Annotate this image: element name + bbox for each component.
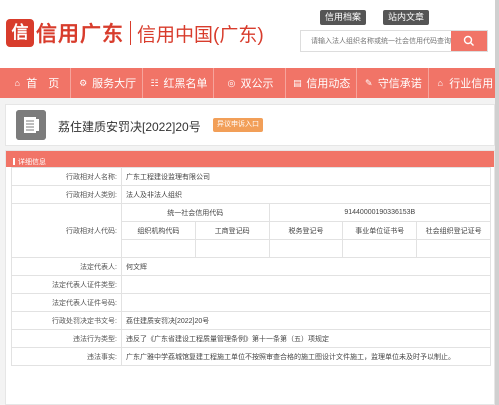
- org-code-label: 组织机构代码: [121, 221, 196, 240]
- tab-detail-info[interactable]: 详细信息: [6, 155, 46, 171]
- nav-item-double-publicity[interactable]: ◎ 双公示: [213, 68, 284, 98]
- tax-reg-value: [268, 239, 344, 258]
- nav-item-home[interactable]: ⌂ 首 页: [0, 68, 70, 98]
- counterpart-type-value: 法人及非法人组织: [121, 185, 491, 204]
- industry-icon: ⌂: [437, 78, 443, 88]
- social-org-label: 社会组织登记证号: [416, 221, 491, 240]
- detail-header: 详细信息: [6, 151, 494, 167]
- publicity-icon: ◎: [227, 77, 236, 88]
- nav-item-label: 行业信用: [449, 78, 494, 90]
- list-icon: ☷: [150, 77, 159, 88]
- table-row: 违法事实: 广东广雅中学荔城馆复建工程施工单位不按照审查合格的施工图设计文件施工…: [11, 347, 491, 366]
- nav-item-credit-news[interactable]: ▤ 信用动态: [284, 68, 356, 98]
- nav-item-label: 双公示: [240, 78, 274, 90]
- institution-label: 事业单位证书号: [342, 221, 418, 240]
- main-nav: ⌂ 首 页 ⚙ 服务大厅 ☷ 红黑名单 ◎ 双公示 ▤ 信用动态 ✎ 守信承诺 …: [0, 68, 499, 98]
- nav-item-red-black-list[interactable]: ☷ 红黑名单: [141, 68, 213, 98]
- home-icon: ⌂: [14, 78, 20, 88]
- biz-reg-value: [194, 239, 270, 258]
- uscc-label: 统一社会信用代码: [121, 203, 270, 222]
- logo-subtitle: 信用中国(广东): [137, 24, 264, 46]
- detail-panel: 详细信息 行政相对人名称: 广东工程建设监理有限公司 行政相对人类别: 法人及非…: [5, 150, 495, 405]
- table-row: 法定代表人: 何文辉: [11, 257, 491, 276]
- legal-id-no-label: 法定代表人证件号码:: [11, 293, 122, 312]
- counterpart-type-label: 行政相对人类别:: [11, 185, 122, 204]
- search-button[interactable]: [451, 31, 487, 51]
- nav-item-label: 红黑名单: [163, 78, 208, 90]
- logo-divider: [130, 21, 131, 45]
- violation-fact-value: 广东广雅中学荔城馆复建工程施工单位不按照审查合格的施工图设计文件施工，监理单位未…: [121, 347, 491, 366]
- detail-table: 行政相对人名称: 广东工程建设监理有限公司 行政相对人类别: 法人及非法人组织 …: [11, 167, 492, 366]
- table-row: 违法行为类型: 违反了《广东省建设工程质量管理条例》第十一条第（五）项规定: [11, 329, 491, 348]
- nav-item-label: 服务大厅: [92, 78, 137, 90]
- table-row: 法定代表人证件类型:: [11, 275, 491, 294]
- violation-type-value: 违反了《广东省建设工程质量管理条例》第十一条第（五）项规定: [121, 329, 491, 348]
- search-icon: [463, 35, 474, 46]
- org-code-value: [121, 239, 196, 258]
- site-logo[interactable]: 信 信用广东 信用中国(广东): [6, 18, 264, 48]
- nav-item-label: 信用动态: [306, 78, 351, 90]
- tax-reg-label: 税务登记号: [268, 221, 344, 240]
- penalty-title-card: 荔住建质安罚决[2022]20号 异议申诉入口: [5, 104, 495, 146]
- promise-icon: ✎: [365, 77, 373, 88]
- service-icon: ⚙: [79, 77, 88, 88]
- uscc-value: 91440000190336153B: [268, 203, 492, 222]
- legal-rep-label: 法定代表人:: [11, 257, 122, 276]
- nav-item-label: 守信承诺: [377, 78, 422, 90]
- counterpart-code-label: 行政相对人代码:: [11, 203, 122, 258]
- institution-value: [342, 239, 418, 258]
- objection-appeal-button[interactable]: 异议申诉入口: [213, 118, 263, 132]
- logo-mark-icon: 信: [6, 19, 34, 47]
- site-header: 信 信用广东 信用中国(广东) 信用档案 站内文章: [0, 0, 499, 68]
- legal-id-type-label: 法定代表人证件类型:: [11, 275, 122, 294]
- counterpart-name-value: 广东工程建设监理有限公司: [121, 167, 491, 186]
- social-org-value: [416, 239, 491, 258]
- biz-reg-label: 工商登记码: [194, 221, 270, 240]
- document-icon: [16, 110, 46, 140]
- decision-no-value: 荔住建质安罚决[2022]20号: [121, 311, 491, 330]
- table-row: 行政处罚决定书文号: 荔住建质安罚决[2022]20号: [11, 311, 491, 330]
- table-row: 法定代表人证件号码:: [11, 293, 491, 312]
- nav-item-credit-promise[interactable]: ✎ 守信承诺: [356, 68, 427, 98]
- credit-file-link[interactable]: 信用档案: [320, 10, 367, 25]
- legal-id-no-value: [121, 293, 491, 312]
- violation-fact-label: 违法事实:: [11, 347, 122, 366]
- decision-no-label: 行政处罚决定书文号:: [11, 311, 122, 330]
- news-icon: ▤: [293, 77, 302, 88]
- site-article-link[interactable]: 站内文章: [383, 10, 430, 25]
- search-input[interactable]: [301, 31, 451, 51]
- nav-item-industry-credit[interactable]: ⌂ 行业信用: [427, 68, 499, 98]
- violation-type-label: 违法行为类型:: [11, 329, 122, 348]
- table-row: 行政相对人名称: 广东工程建设监理有限公司: [11, 167, 491, 186]
- table-row: 行政相对人类别: 法人及非法人组织: [11, 185, 491, 204]
- logo-text: 信用广东: [36, 21, 124, 46]
- nav-item-service-hall[interactable]: ⚙ 服务大厅: [70, 68, 141, 98]
- search-box: [300, 30, 488, 52]
- nav-item-label: 首 页: [26, 78, 60, 90]
- table-row: 行政相对人代码: 统一社会信用代码 91440000190336153B: [11, 203, 492, 258]
- legal-id-type-value: [121, 275, 491, 294]
- legal-rep-value: 何文辉: [121, 257, 491, 276]
- page-scrollbar[interactable]: [495, 0, 499, 405]
- page-title: 荔住建质安罚决[2022]20号: [58, 120, 201, 134]
